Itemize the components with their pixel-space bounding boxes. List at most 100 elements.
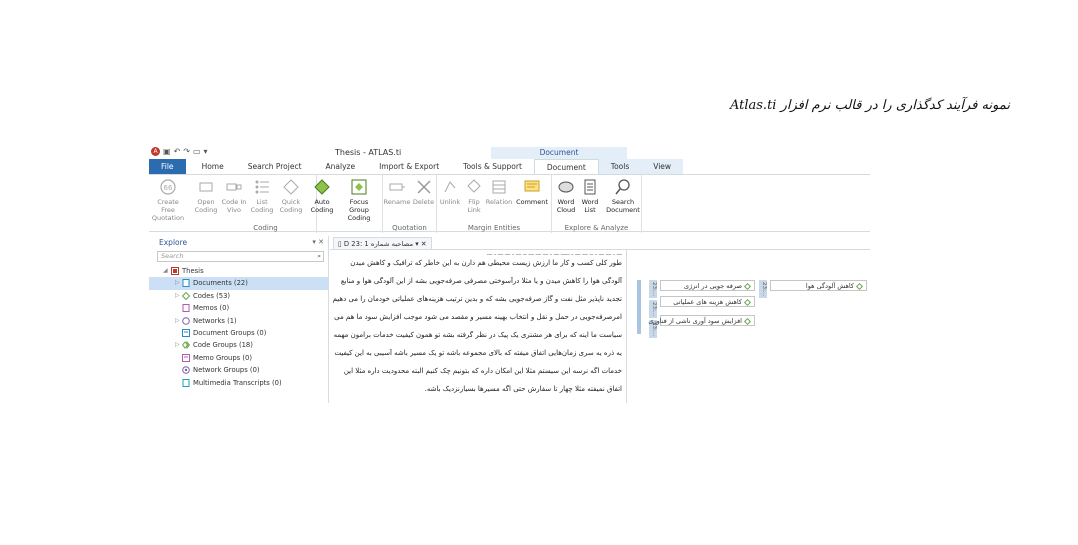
search-document-button[interactable]: Search Document bbox=[604, 178, 642, 214]
tab-dropdown-icon[interactable]: ▾ bbox=[415, 240, 418, 248]
code-icon bbox=[855, 282, 864, 290]
flip-link-button[interactable]: Flip Link bbox=[461, 178, 487, 214]
tab-search-project[interactable]: Search Project bbox=[236, 159, 314, 174]
relation-icon bbox=[492, 180, 506, 194]
customize-dropdown-icon[interactable]: ▾ bbox=[204, 147, 208, 156]
margin-code[interactable]: صرفه جویی در انرژی bbox=[660, 280, 755, 291]
document-line: اتفاق نمیفته مثلا چهار تا سفارش حتی اگه … bbox=[424, 385, 622, 393]
tree-item-thesis[interactable]: ◢ Thesis bbox=[149, 265, 328, 277]
document-tab[interactable]: ▯ D 23: 1 مصاحبه شماره ▾ ✕ bbox=[333, 237, 432, 249]
delete-button[interactable]: Delete bbox=[410, 178, 437, 206]
tab-tools-support[interactable]: Tools & Support bbox=[451, 159, 534, 174]
ribbon-group-coding-extended: Focus Group Coding Coding bbox=[149, 175, 383, 233]
word-list-button[interactable]: Word List bbox=[578, 178, 602, 214]
expand-arrow-icon[interactable]: ▷ bbox=[175, 315, 180, 327]
ribbon-group-label-quotation: Quotation bbox=[392, 224, 427, 232]
tab-file[interactable]: File bbox=[149, 159, 186, 174]
rename-button[interactable]: Rename bbox=[383, 178, 411, 206]
delete-icon bbox=[416, 180, 431, 194]
tree-item-codes[interactable]: ▷ Codes (53) bbox=[149, 290, 328, 302]
expand-arrow-icon[interactable]: ◢ bbox=[163, 265, 168, 277]
code-group-icon bbox=[182, 341, 190, 350]
margin-code[interactable]: کاهش آلودگی هوا bbox=[770, 280, 867, 291]
focus-group-coding-icon bbox=[351, 179, 367, 195]
tab-import-export[interactable]: Import & Export bbox=[367, 159, 451, 174]
tab-tools[interactable]: Tools bbox=[598, 159, 642, 174]
tab-view[interactable]: View bbox=[641, 159, 684, 174]
document-line: طور کلی کسب و کار ما ارزش زیست محیطی هم … bbox=[350, 259, 622, 267]
unlink-icon bbox=[444, 181, 456, 193]
ribbon-group-margin-entities: Unlink Flip Link Relation Comment Margin… bbox=[437, 175, 552, 233]
document-group-icon bbox=[182, 328, 190, 337]
focus-group-coding-button[interactable]: Focus Group Coding bbox=[339, 178, 379, 222]
word-cloud-button[interactable]: Word Cloud bbox=[552, 178, 580, 214]
ribbon: 66 Create Free Quotation Open Coding Cod… bbox=[149, 174, 870, 233]
quotation-label[interactable]: 23:... bbox=[649, 280, 657, 298]
atlas-ti-window: A ▣ ↶ ↷ ▭ ▾ Thesis - ATLAS.ti Document F… bbox=[149, 145, 870, 403]
document-line: امرصرفه‌جویی در حمل و نقل و انتخاب بهینه… bbox=[332, 313, 622, 321]
margin-code[interactable]: کاهش هزینه های عملیاتی bbox=[660, 296, 755, 307]
margin-code[interactable]: افزایش سود آوری ناشی از فناوری bbox=[648, 315, 755, 326]
document-line: سیاست ما اینه که برای هر مشتری یک پیک در… bbox=[333, 331, 622, 339]
document-icon bbox=[182, 279, 190, 288]
tab-document[interactable]: Document bbox=[533, 159, 599, 174]
tree-item-network-groups[interactable]: Network Groups (0) bbox=[149, 364, 328, 376]
undo-icon[interactable]: ↶ bbox=[174, 147, 181, 156]
tree-item-networks[interactable]: ▷ Networks (1) bbox=[149, 315, 328, 327]
expand-arrow-icon[interactable]: ▷ bbox=[175, 339, 180, 351]
explore-header: Explore ▾ ✕ bbox=[149, 236, 328, 249]
search-icon[interactable]: ⌕ bbox=[317, 252, 321, 261]
relation-button[interactable]: Relation bbox=[485, 178, 513, 206]
tab-close-icon[interactable]: ✕ bbox=[421, 240, 427, 248]
flip-link-icon bbox=[467, 179, 481, 193]
expand-arrow-icon[interactable]: ▷ bbox=[175, 277, 180, 289]
tree-item-multimedia-transcripts[interactable]: Multimedia Transcripts (0) bbox=[149, 377, 328, 389]
ribbon-group-quotation: Rename Delete Quotation bbox=[383, 175, 437, 233]
ribbon-group-label-coding: Coding bbox=[253, 224, 278, 232]
context-tab-group-label: Document bbox=[491, 147, 627, 159]
title-bar: A ▣ ↶ ↷ ▭ ▾ Thesis - ATLAS.ti Document bbox=[149, 145, 870, 159]
document-text-area[interactable]: ـــ ـ ـــ ـــ ـ ــ ـــ ـــ ـ ـــــ ـــ ـ… bbox=[330, 250, 627, 403]
rename-icon bbox=[389, 183, 405, 191]
quick-access-toolbar: A ▣ ↶ ↷ ▭ ▾ bbox=[151, 147, 208, 156]
code-icon bbox=[743, 282, 752, 290]
redo-icon[interactable]: ↷ bbox=[183, 147, 190, 156]
tree-item-documents[interactable]: ▷ Documents (22) bbox=[149, 277, 328, 290]
ribbon-tabs: File Home Search Project Analyze Import … bbox=[149, 159, 870, 174]
project-icon bbox=[171, 267, 179, 275]
tab-analyze[interactable]: Analyze bbox=[314, 159, 368, 174]
quotation-bracket[interactable] bbox=[637, 280, 641, 334]
explore-search-input[interactable]: Search ⌕ bbox=[157, 251, 324, 262]
expand-arrow-icon[interactable]: ▷ bbox=[175, 290, 180, 302]
window-title: Thesis - ATLAS.ti bbox=[335, 148, 402, 157]
margin-area: 23:... 23:... 23:... 23:... صرفه جویی در… bbox=[627, 250, 870, 403]
tree-item-memos[interactable]: Memos (0) bbox=[149, 302, 328, 314]
explore-tree: ◢ Thesis ▷ Documents (22) ▷ Codes (53) M… bbox=[149, 265, 328, 389]
window-icon[interactable]: ▭ bbox=[193, 147, 201, 156]
quotation-label[interactable]: 23:... bbox=[759, 280, 767, 298]
code-icon bbox=[743, 298, 752, 306]
ribbon-group-label-explore-analyze: Explore & Analyze bbox=[564, 224, 629, 232]
figure-caption: نمونه فرآیند کدگذاری را در قالب نرم افزا… bbox=[729, 98, 1010, 113]
network-group-icon bbox=[182, 366, 190, 374]
document-line-cut: ـــ ـ ـــ ـــ ـ ــ ـــ ـــ ـ ـــــ ـــ ـ… bbox=[487, 250, 622, 256]
comment-icon bbox=[524, 180, 540, 192]
unlink-button[interactable]: Unlink bbox=[437, 178, 463, 206]
document-line: آلودگی هوا را کاهش میدن و یا مثلا درآسوخ… bbox=[340, 277, 622, 285]
explore-panel: Explore ▾ ✕ Search ⌕ ◢ Thesis ▷ Document… bbox=[149, 236, 329, 403]
ribbon-group-label-margin-entities: Margin Entities bbox=[467, 224, 521, 232]
transcript-icon bbox=[182, 378, 190, 387]
save-icon[interactable]: ▣ bbox=[163, 147, 171, 156]
document-line: خدمات اگه نرسه این سیستم مثلا این امکان … bbox=[343, 367, 622, 375]
atlas-logo-icon: A bbox=[151, 147, 160, 156]
code-icon bbox=[182, 291, 190, 300]
tab-home[interactable]: Home bbox=[190, 159, 236, 174]
tree-item-document-groups[interactable]: Document Groups (0) bbox=[149, 327, 328, 339]
comment-button[interactable]: Comment bbox=[515, 178, 549, 206]
tree-item-code-groups[interactable]: ▷ Code Groups (18) bbox=[149, 339, 328, 351]
memo-icon bbox=[182, 304, 190, 313]
panel-pin-close-icon[interactable]: ▾ ✕ bbox=[312, 236, 324, 249]
document-line: تجدید ناپذیر مثل نفت و گاز صرفه‌جویی بشه… bbox=[332, 295, 622, 303]
tree-item-memo-groups[interactable]: Memo Groups (0) bbox=[149, 352, 328, 364]
code-icon bbox=[743, 317, 752, 325]
